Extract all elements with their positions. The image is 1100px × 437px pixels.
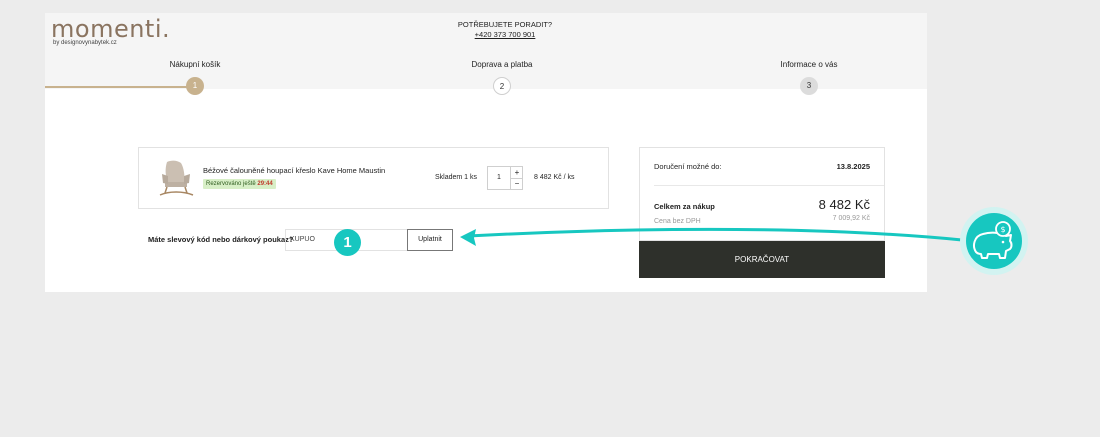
svg-text:$: $	[1000, 225, 1005, 234]
annotation-overlay: $	[460, 207, 1028, 275]
annotation-step-badge: 1	[334, 229, 361, 256]
piggy-bank-icon: $	[960, 207, 1028, 275]
